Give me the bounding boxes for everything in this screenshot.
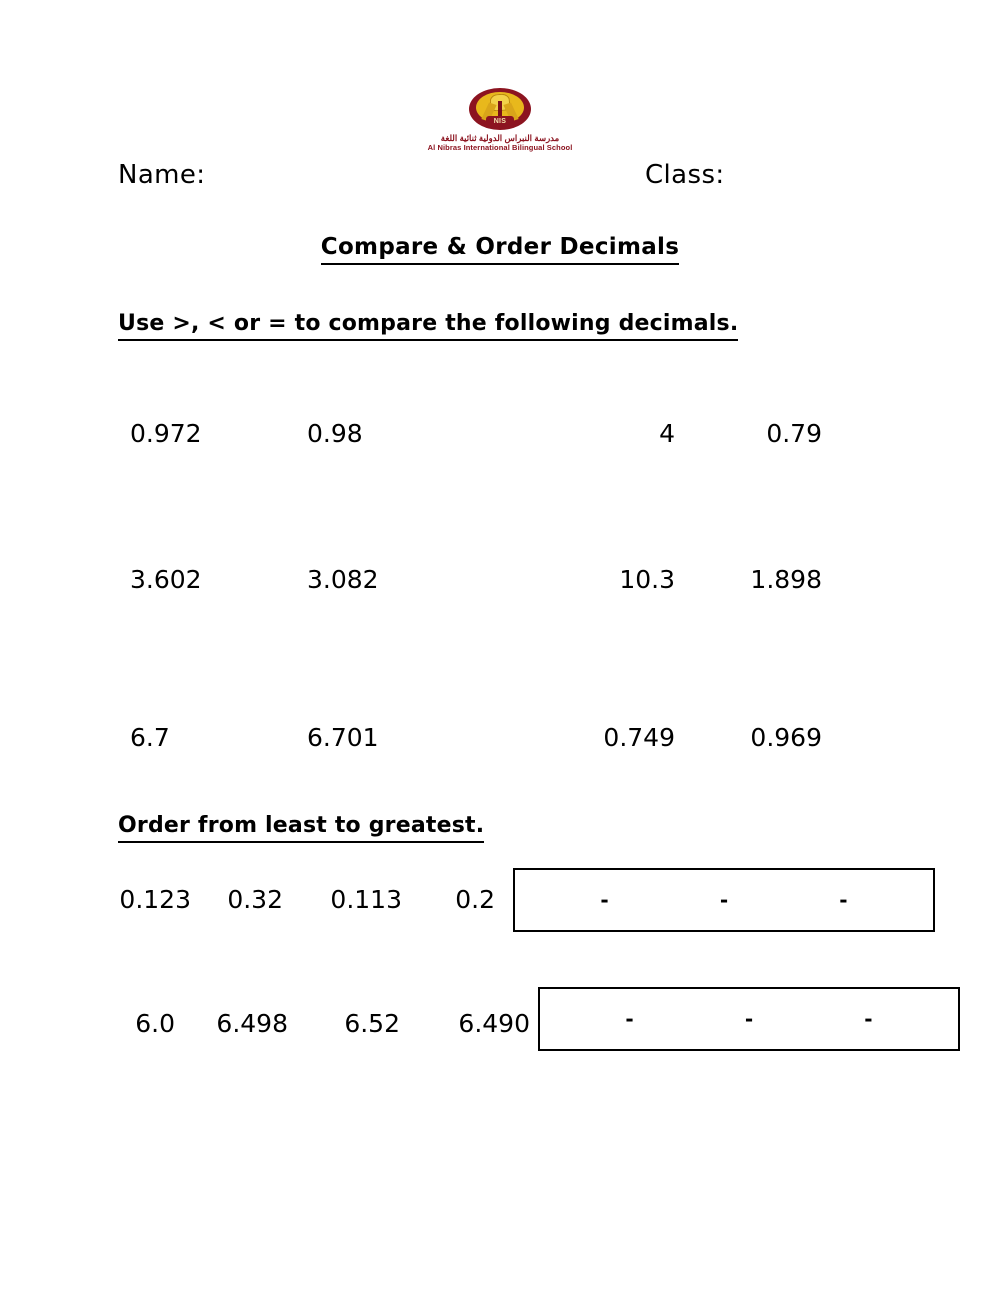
order-operand: 0.2: [455, 885, 495, 914]
school-name-english: Al Nibras International Bilingual School: [427, 142, 573, 152]
compare-row: 3.602 3.082 10.3 1.898: [0, 565, 1000, 605]
order-operand: 0.32: [227, 885, 283, 914]
order-answer-separator: -: [839, 888, 848, 912]
order-answer-separator: -: [744, 1007, 754, 1031]
compare-operand: 6.7: [130, 723, 170, 752]
order-operand: 0.113: [330, 885, 402, 914]
order-answer-box[interactable]: x - x - x - x: [538, 987, 960, 1051]
order-operand: 6.490: [458, 1009, 530, 1038]
order-answer-slot[interactable]: x: [898, 1009, 958, 1029]
order-instruction-text: Order from least to greatest.: [118, 813, 485, 843]
order-answer-slot[interactable]: x: [515, 890, 575, 910]
page-title: Compare & Order Decimals: [0, 234, 1000, 265]
name-field-label: Name:: [118, 160, 206, 190]
compare-operand: 6.701: [307, 723, 379, 752]
order-answer-slot[interactable]: x: [873, 890, 933, 910]
order-answer-slot[interactable]: x: [634, 890, 694, 910]
order-answer-slots: x - x - x - x: [515, 870, 933, 930]
compare-operand: 4: [659, 419, 675, 448]
compare-row: 6.7 6.701 0.749 0.969: [0, 723, 1000, 763]
order-answer-slot[interactable]: x: [659, 1009, 719, 1029]
order-operand: 6.498: [216, 1009, 288, 1038]
compare-operand: 0.98: [307, 419, 363, 448]
order-answer-slot[interactable]: x: [779, 1009, 839, 1029]
order-answer-slot[interactable]: x: [540, 1009, 600, 1029]
compare-operand: 0.79: [766, 419, 822, 448]
compare-operand: 3.082: [307, 565, 379, 594]
compare-row: 0.972 0.98 4 0.79: [0, 419, 1000, 459]
order-answer-separator: -: [600, 888, 609, 912]
logo-monogram: NIS: [486, 116, 514, 127]
order-operand: 0.123: [119, 885, 191, 914]
order-answer-box[interactable]: x - x - x - x: [513, 868, 935, 932]
compare-operand: 0.749: [603, 723, 675, 752]
compare-instruction: Use >, < or = to compare the following d…: [118, 311, 739, 341]
order-instruction: Order from least to greatest.: [118, 813, 485, 843]
compare-instruction-text: Use >, < or = to compare the following d…: [118, 311, 739, 341]
order-answer-separator: -: [719, 888, 729, 912]
page-title-text: Compare & Order Decimals: [320, 234, 680, 265]
compare-operand: 1.898: [750, 565, 822, 594]
compare-operand: 0.972: [130, 419, 202, 448]
compare-operand: 0.969: [750, 723, 822, 752]
order-operand: 6.0: [135, 1009, 175, 1038]
school-logo-icon: NIS: [469, 88, 531, 132]
school-logo-block: NIS مدرسة النبراس الدولية ثنائية اللغة A…: [0, 88, 1000, 152]
order-answer-separator: -: [864, 1007, 873, 1031]
compare-operand: 10.3: [619, 565, 675, 594]
order-answer-separator: -: [625, 1007, 634, 1031]
class-field-label: Class:: [645, 160, 725, 190]
order-answer-slot[interactable]: x: [754, 890, 814, 910]
order-answer-slots: x - x - x - x: [540, 989, 958, 1049]
order-operand: 6.52: [344, 1009, 400, 1038]
compare-operand: 3.602: [130, 565, 202, 594]
